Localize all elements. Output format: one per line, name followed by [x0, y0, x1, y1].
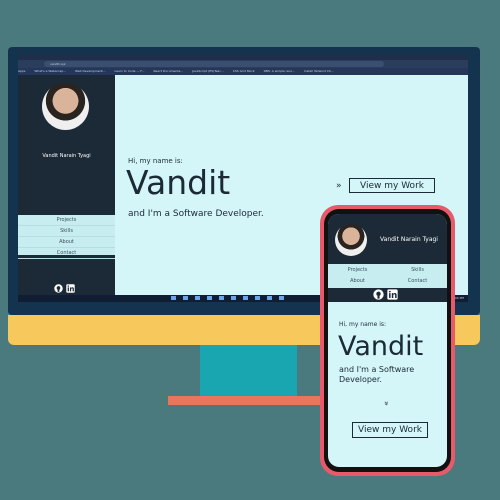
github-icon[interactable]	[54, 284, 63, 293]
nav-item-skills[interactable]: Skills	[18, 226, 115, 237]
app-icon[interactable]	[194, 296, 200, 300]
headline-name: Vandit	[338, 331, 424, 362]
bookmark-item[interactable]: Apps	[18, 69, 25, 73]
bookmark-item[interactable]: React Documenta...	[153, 69, 183, 73]
monitor-base	[168, 396, 328, 405]
mobile-social-bar	[328, 288, 447, 302]
desktop-sidebar: Vandit Narain Tyagi Projects Skills Abou…	[18, 75, 115, 295]
avatar	[42, 83, 89, 130]
app-icon[interactable]	[206, 296, 212, 300]
mobile-header: Vandit Narain Tyagi	[328, 214, 447, 264]
headline-name: Vandit	[126, 163, 231, 202]
nav-item-contact[interactable]: Contact	[388, 276, 447, 287]
nav-item-skills[interactable]: Skills	[388, 265, 447, 276]
social-links	[54, 284, 75, 295]
nav-item-projects[interactable]: Projects	[328, 265, 387, 276]
bookmark-item[interactable]: DBS: A simple reco...	[264, 69, 295, 73]
chevron-right-icon: »	[336, 181, 342, 191]
view-work-button[interactable]: View my Work	[349, 178, 435, 193]
sidebar-nav: Projects Skills About Contact	[18, 215, 115, 259]
bookmark-item[interactable]: CSS Grid Mock	[233, 69, 255, 73]
mobile-nav: Projects Skills About Contact	[328, 264, 447, 288]
app-icon[interactable]	[218, 296, 224, 300]
monitor-stand	[200, 345, 297, 397]
app-icon[interactable]	[278, 296, 284, 300]
browser-toolbar: vandit.xyz	[18, 60, 468, 68]
github-icon[interactable]	[373, 289, 384, 300]
profile-name: Vandit Narain Tyagi	[380, 236, 438, 243]
tagline: and I'm a Software Developer.	[339, 365, 415, 384]
app-icon[interactable]	[242, 296, 248, 300]
view-work-button[interactable]: View my Work	[352, 422, 428, 438]
bookmark-item[interactable]: What's a Webscrap...	[34, 69, 66, 73]
app-icon[interactable]	[230, 296, 236, 300]
taskbar-apps	[168, 295, 318, 302]
app-icon[interactable]	[171, 296, 176, 300]
bookmark-item[interactable]: JavaScript (ES)Teac...	[192, 69, 224, 73]
bookmark-item[interactable]: Web Development...	[75, 69, 106, 73]
app-icon[interactable]	[182, 296, 188, 300]
nav-item-contact[interactable]: Contact	[18, 248, 115, 259]
avatar	[335, 224, 367, 256]
nav-item-about[interactable]: About	[328, 276, 387, 287]
bookmark-item[interactable]: Install Tailwind CS...	[304, 69, 334, 73]
nav-item-projects[interactable]: Projects	[18, 215, 115, 226]
address-bar[interactable]: vandit.xyz	[44, 61, 384, 67]
chevron-down-icon: »	[381, 401, 391, 406]
linkedin-icon[interactable]	[386, 289, 398, 300]
greeting-text: Hi, my name is:	[339, 321, 387, 328]
app-icon[interactable]	[266, 296, 272, 300]
mobile-screen: Vandit Narain Tyagi Projects Skills Abou…	[328, 214, 447, 467]
bookmarks-bar: Apps What's a Webscrap... Web Developmen…	[18, 68, 468, 75]
social-links	[373, 289, 398, 302]
profile-name: Vandit Narain Tyagi	[42, 153, 91, 159]
tagline: and I'm a Software Developer.	[128, 209, 264, 219]
app-icon[interactable]	[254, 296, 260, 300]
linkedin-icon[interactable]	[65, 284, 75, 293]
nav-item-about[interactable]: About	[18, 237, 115, 248]
bookmark-item[interactable]: Learn to Code — F...	[115, 69, 145, 73]
